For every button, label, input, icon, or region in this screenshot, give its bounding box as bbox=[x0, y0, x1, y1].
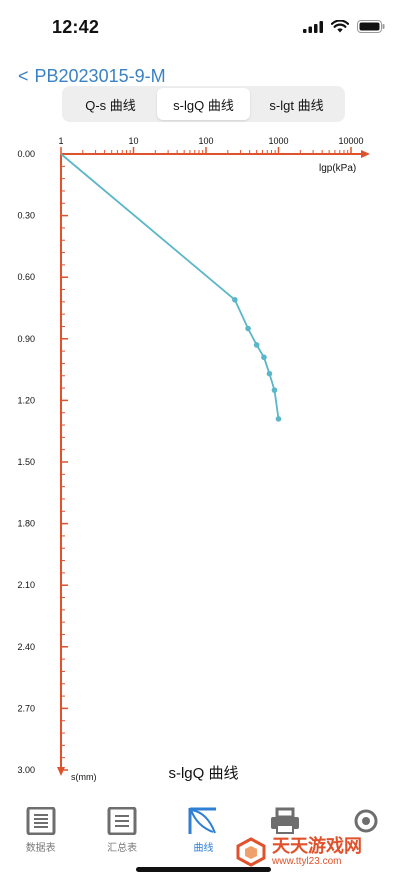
tab-summary-table[interactable]: 汇总表 bbox=[81, 800, 162, 860]
watermark: 天天游戏网 www.ttyl23.com bbox=[236, 836, 362, 868]
data-point bbox=[266, 370, 273, 377]
battery-icon bbox=[357, 20, 385, 33]
signal-icon bbox=[303, 20, 323, 33]
y-tick-label: 0.30 bbox=[17, 211, 35, 221]
tab-data-table[interactable]: 数据表 bbox=[0, 800, 81, 860]
y-tick-label: 1.20 bbox=[17, 395, 35, 405]
segment-slgt-curve[interactable]: s-lgt 曲线 bbox=[250, 88, 343, 120]
chart-area: 1 10 100 1000 10000 lgp(kPa) 0.00 0.30 0.60 0.90 1… bbox=[0, 130, 407, 790]
wifi-icon bbox=[331, 20, 349, 33]
watermark-title: 天天游戏网 bbox=[272, 836, 362, 856]
y-tick-label: 0.00 bbox=[17, 149, 35, 159]
y-tick-label: 0.90 bbox=[17, 334, 35, 344]
status-time: 12:42 bbox=[52, 17, 100, 37]
data-point bbox=[275, 416, 282, 422]
x-tick-label: 10000 bbox=[338, 136, 363, 146]
settings-icon bbox=[349, 806, 383, 836]
segment-slgq-curve[interactable]: s-lgQ 曲线 bbox=[157, 88, 250, 120]
data-point bbox=[271, 387, 278, 393]
data-point bbox=[253, 342, 260, 348]
x-axis-arrow bbox=[361, 150, 370, 158]
y-tick-label: 1.50 bbox=[17, 457, 35, 467]
tab-label: 数据表 bbox=[25, 843, 56, 854]
chart-type-segmented-control: Q-s 曲线 s-lgQ 曲线 s-lgt 曲线 bbox=[62, 86, 345, 122]
x-axis-label: lgp(kPa) bbox=[319, 163, 356, 174]
y-tick-label: 2.10 bbox=[17, 580, 35, 590]
x-tick-label: 1000 bbox=[268, 136, 288, 146]
y-tick-label: 0.60 bbox=[17, 272, 35, 282]
x-tick-label: 10 bbox=[128, 136, 138, 146]
printer-icon bbox=[268, 806, 302, 836]
x-tick-label: 100 bbox=[198, 136, 213, 146]
y-tick-label: 1.80 bbox=[17, 519, 35, 529]
segment-qs-curve[interactable]: Q-s 曲线 bbox=[64, 88, 157, 120]
back-button[interactable]: < PB2023015-9-M bbox=[18, 66, 166, 87]
curve-icon bbox=[186, 806, 220, 836]
tab-label: 汇总表 bbox=[107, 843, 138, 854]
tab-label: 曲线 bbox=[193, 843, 214, 854]
nav-title: PB2023015-9-M bbox=[34, 66, 166, 86]
data-point bbox=[232, 296, 238, 303]
tab-curve[interactable]: 曲线 bbox=[163, 800, 244, 860]
watermark-logo-icon bbox=[236, 837, 266, 867]
data-table-icon bbox=[24, 806, 58, 836]
slgq-chart: 1 10 100 1000 10000 lgp(kPa) 0.00 0.30 0.60 0.90 1… bbox=[17, 136, 370, 782]
x-tick-label: 1 bbox=[58, 136, 63, 146]
data-point bbox=[245, 325, 251, 332]
data-point bbox=[261, 354, 267, 361]
summary-table-icon bbox=[105, 806, 139, 836]
status-icons bbox=[303, 20, 385, 33]
status-bar: 12:42 bbox=[0, 0, 407, 56]
series-line bbox=[60, 153, 280, 420]
chart-title: s-lgQ 曲线 bbox=[168, 765, 239, 782]
home-indicator bbox=[136, 867, 271, 872]
y-tick-label: 2.70 bbox=[17, 703, 35, 713]
watermark-url: www.ttyl23.com bbox=[272, 856, 342, 867]
y-tick-label: 2.40 bbox=[17, 642, 35, 652]
chevron-left-icon: < bbox=[18, 66, 29, 86]
